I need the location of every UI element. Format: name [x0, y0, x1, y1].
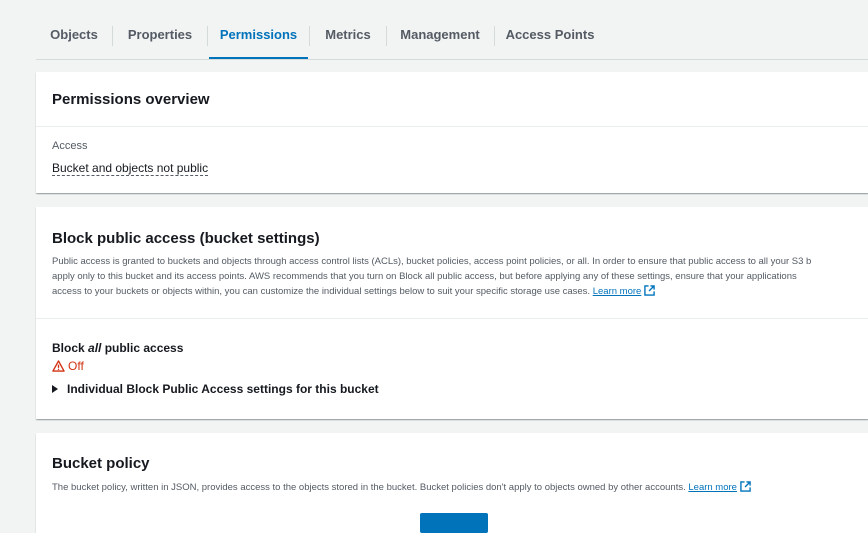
permissions-overview-panel: Permissions overview Access Bucket and o… — [36, 72, 868, 193]
tab-bar: Objects Properties Permissions Metrics M… — [0, 0, 868, 60]
tab-divider — [309, 26, 310, 46]
individual-settings-expander[interactable]: Individual Block Public Access settings … — [52, 382, 379, 396]
caret-right-icon — [52, 385, 58, 393]
tab-objects[interactable]: Objects — [44, 0, 104, 60]
status-text: Off — [68, 359, 84, 373]
tab-divider — [207, 26, 208, 46]
tab-bar-border — [36, 59, 868, 60]
panel-title: Block public access (bucket settings) — [52, 230, 320, 247]
panel-title: Permissions overview — [52, 91, 210, 108]
expander-label: Individual Block Public Access settings … — [67, 382, 379, 396]
tab-permissions[interactable]: Permissions — [209, 0, 308, 60]
tab-divider — [112, 26, 113, 46]
block-all-heading: Block all public access — [52, 341, 184, 355]
learn-more-link[interactable]: Learn more — [593, 286, 642, 297]
description-line: apply only to this bucket and its access… — [52, 271, 797, 282]
bucket-policy-description: The bucket policy, written in JSON, prov… — [52, 480, 868, 497]
external-link-icon — [740, 481, 751, 497]
block-all-status: Off — [52, 359, 84, 373]
description-text: access to your buckets or objects within… — [52, 286, 591, 297]
description-line: Public access is granted to buckets and … — [52, 256, 812, 267]
panel-divider — [36, 318, 868, 319]
description-line: access to your buckets or objects within… — [52, 284, 868, 301]
block-public-access-panel: Block public access (bucket settings) Pu… — [36, 207, 868, 419]
tab-divider — [494, 26, 495, 46]
external-link-icon — [644, 285, 656, 301]
learn-more-link[interactable]: Learn more — [688, 482, 737, 493]
panel-divider — [36, 126, 868, 127]
access-value[interactable]: Bucket and objects not public — [52, 161, 209, 176]
tab-management[interactable]: Management — [396, 0, 484, 60]
tab-access-points[interactable]: Access Points — [504, 0, 596, 60]
tab-metrics[interactable]: Metrics — [318, 0, 378, 60]
tab-properties[interactable]: Properties — [122, 0, 198, 60]
panel-title: Bucket policy — [52, 455, 150, 472]
warning-icon — [52, 359, 68, 373]
description-text: The bucket policy, written in JSON, prov… — [52, 482, 686, 493]
tab-divider — [386, 26, 387, 46]
block-public-access-description: Public access is granted to buckets and … — [52, 254, 868, 301]
access-label: Access — [52, 140, 88, 152]
edit-button[interactable] — [420, 513, 488, 533]
